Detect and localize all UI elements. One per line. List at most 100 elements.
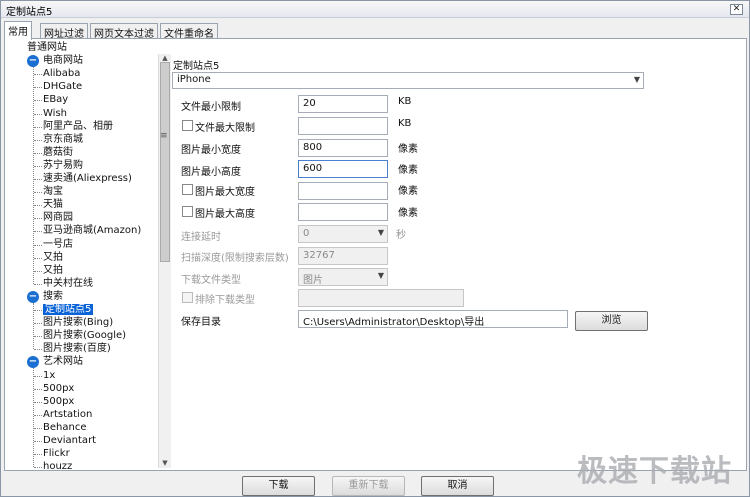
tree-item[interactable]: EBay <box>43 93 68 106</box>
chevron-down-icon: ▼ <box>377 228 384 237</box>
tree-item[interactable]: 苏宁易购 <box>43 159 83 172</box>
tree-item[interactable]: 图片搜索(百度) <box>43 342 111 355</box>
tree-root[interactable]: 普通网站 <box>27 41 67 54</box>
tree-connector <box>34 139 42 141</box>
savedir-input[interactable]: C:\Users\Administrator\Desktop\导出 <box>298 310 568 328</box>
tree-item[interactable]: 中关村在线 <box>43 277 93 290</box>
exclude-label: 排除下载类型 <box>195 295 255 306</box>
tree-item[interactable]: 图片搜索(Google) <box>43 329 126 342</box>
tree-item[interactable]: Artstation <box>43 408 92 421</box>
tree-item[interactable]: 阿里产品、相册 <box>43 120 113 133</box>
download-button[interactable]: 下载 <box>242 476 315 496</box>
tree-connector <box>34 388 42 390</box>
max-size-unit: KB <box>398 118 412 129</box>
filetype-select[interactable]: 图片 ▼ <box>298 268 388 286</box>
tree-connector <box>34 310 42 311</box>
tree-item[interactable]: 定制站点5 <box>43 303 94 316</box>
max-height-input[interactable] <box>298 203 388 221</box>
tree-item[interactable]: 亚马逊商城(Amazon) <box>43 224 141 237</box>
tree-connector <box>34 192 42 194</box>
tree-connector <box>34 205 42 207</box>
max-height-checkbox[interactable] <box>182 206 193 217</box>
min-size-label: 文件最小限制 <box>181 102 241 113</box>
tab-file-rename[interactable]: 文件重命名 <box>160 23 218 40</box>
min-width-label: 图片最小宽度 <box>181 145 241 156</box>
tree-connector <box>34 454 42 456</box>
max-width-label: 图片最大宽度 <box>195 187 255 198</box>
tab-common[interactable]: 常用 <box>4 21 32 40</box>
delay-label: 连接延时 <box>181 232 221 243</box>
max-size-checkbox[interactable] <box>182 120 193 131</box>
max-size-input[interactable] <box>298 117 388 135</box>
tab-url-filter[interactable]: 网址过滤 <box>40 23 88 40</box>
tree-item[interactable]: 淘宝 <box>43 185 63 198</box>
collapse-icon[interactable]: − <box>27 356 39 369</box>
tree-scrollbar[interactable]: ▲ ▼ <box>158 54 171 468</box>
tree-item[interactable]: 速卖通(Aliexpress) <box>43 172 132 185</box>
depth-input[interactable]: 32767 <box>298 247 388 265</box>
tree-connector <box>34 165 42 167</box>
tree-connector <box>34 349 42 351</box>
browse-button[interactable]: 浏览 <box>575 311 648 331</box>
exclude-input[interactable] <box>298 289 464 307</box>
title-bar: 定制站点5 ✕ <box>1 1 749 18</box>
tree-item[interactable]: 天猫 <box>43 198 63 211</box>
tree-connector <box>34 100 42 102</box>
tree-item[interactable]: 500px <box>43 382 74 395</box>
min-height-input[interactable]: 600 <box>298 160 388 178</box>
min-width-unit: 像素 <box>398 144 418 155</box>
site-tree: 普通网站 − 电商网站 Alibaba DHGate EBay Wish 阿里产品、相册 京东商… <box>11 39 171 469</box>
tree-group[interactable]: 电商网站 <box>43 54 83 67</box>
scroll-thumb[interactable] <box>160 62 170 262</box>
tree-item[interactable]: 蘑菇街 <box>43 146 73 159</box>
tree-connector <box>34 244 42 246</box>
tree-connector <box>34 401 42 403</box>
max-width-checkbox[interactable] <box>182 184 193 195</box>
tree-item[interactable]: 京东商城 <box>43 133 83 146</box>
tree-item[interactable]: Wish <box>43 107 67 120</box>
splitter-grip-icon[interactable]: ≡ <box>160 131 168 141</box>
tree-connector <box>34 113 42 115</box>
tree-connector <box>34 427 42 429</box>
min-size-input[interactable]: 20 <box>298 95 388 113</box>
tree-connector <box>34 179 42 180</box>
min-height-unit: 像素 <box>398 165 418 176</box>
delay-select[interactable]: 0 ▼ <box>298 225 388 243</box>
tree-item[interactable]: 一号店 <box>43 238 73 251</box>
tree-item[interactable]: Alibaba <box>43 67 80 80</box>
tree-item[interactable]: DHGate <box>43 80 82 93</box>
max-size-label: 文件最大限制 <box>195 123 255 134</box>
close-icon[interactable]: ✕ <box>730 4 743 15</box>
tab-page-text-filter[interactable]: 网页文本过滤 <box>90 23 158 40</box>
depth-label: 扫描深度(限制搜索层数) <box>181 253 289 264</box>
cancel-button[interactable]: 取消 <box>421 476 494 496</box>
min-height-label: 图片最小高度 <box>181 167 241 178</box>
exclude-checkbox[interactable] <box>182 292 193 303</box>
preset-select[interactable]: iPhone ▼ <box>172 72 644 89</box>
tree-connector <box>34 218 42 220</box>
filetype-label: 下载文件类型 <box>181 275 241 286</box>
tree-item[interactable]: Flickr <box>43 447 70 460</box>
tree-item[interactable]: Behance <box>43 421 86 434</box>
max-height-label: 图片最大高度 <box>195 209 255 220</box>
redownload-button[interactable]: 重新下载 <box>332 476 405 496</box>
tree-item[interactable]: houzz <box>43 460 72 469</box>
collapse-icon[interactable]: − <box>27 290 39 303</box>
tree-item[interactable]: Deviantart <box>43 434 96 447</box>
window-title: 定制站点5 <box>6 7 53 18</box>
chevron-down-icon: ▼ <box>633 75 640 84</box>
tree-item[interactable]: 1x <box>43 369 55 382</box>
tree-item[interactable]: 又拍 <box>43 251 63 264</box>
tree-item[interactable]: 又拍 <box>43 264 63 277</box>
tree-connector <box>34 441 42 442</box>
min-width-input[interactable]: 800 <box>298 139 388 157</box>
tree-item[interactable]: 图片搜索(Bing) <box>43 316 113 329</box>
tree-group[interactable]: 搜索 <box>43 290 63 303</box>
tree-item[interactable]: 网商园 <box>43 211 73 224</box>
tree-group[interactable]: 艺术网站 <box>43 355 83 368</box>
tree-connector <box>34 375 42 377</box>
max-width-input[interactable] <box>298 182 388 200</box>
collapse-icon[interactable]: − <box>27 55 39 68</box>
scroll-down-icon[interactable]: ▼ <box>160 459 170 468</box>
tree-item[interactable]: 500px <box>43 395 74 408</box>
